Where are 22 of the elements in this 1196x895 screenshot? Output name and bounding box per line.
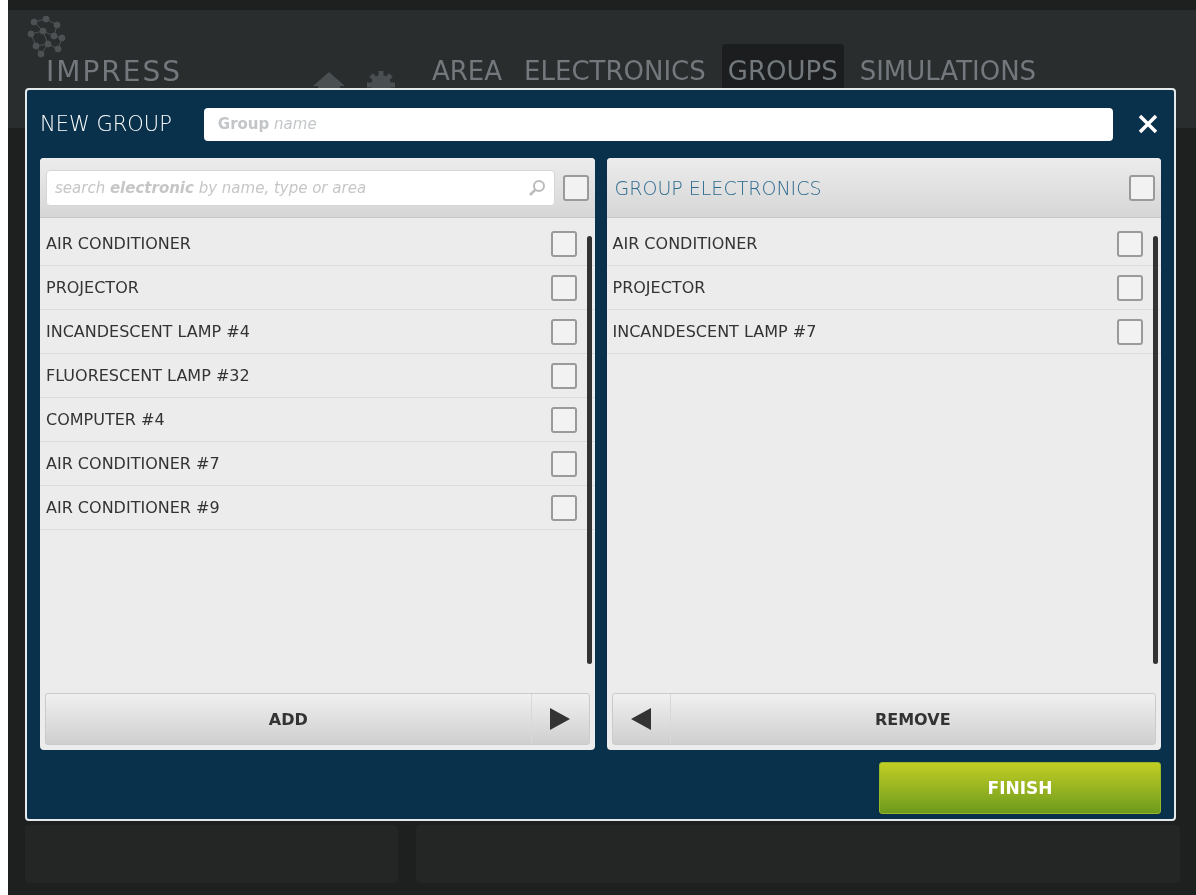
left-triangle-icon xyxy=(630,707,652,731)
checkbox[interactable] xyxy=(1117,230,1143,257)
right-triangle-icon xyxy=(549,707,571,731)
logo-text: IMPRESS xyxy=(46,58,182,86)
checkbox[interactable] xyxy=(550,274,577,301)
dialog-title: NEW GROUP xyxy=(40,112,172,136)
network-logo-icon xyxy=(26,16,66,58)
select-all-checkbox[interactable] xyxy=(1129,174,1155,201)
checkbox[interactable] xyxy=(550,318,577,345)
scrollbar[interactable] xyxy=(586,236,592,664)
checkbox[interactable] xyxy=(1117,318,1143,345)
close-icon xyxy=(1138,114,1158,134)
checkbox[interactable] xyxy=(550,450,577,477)
checkbox[interactable] xyxy=(550,494,577,521)
checkbox[interactable] xyxy=(550,406,577,433)
checkbox[interactable] xyxy=(1117,274,1143,301)
select-all-checkbox[interactable] xyxy=(562,174,589,201)
search-icon xyxy=(527,178,546,197)
scrollbar[interactable] xyxy=(1153,236,1158,664)
checkbox[interactable] xyxy=(550,362,577,389)
panel-title: GROUP ELECTRONICS xyxy=(613,176,823,199)
checkbox[interactable] xyxy=(550,230,577,257)
